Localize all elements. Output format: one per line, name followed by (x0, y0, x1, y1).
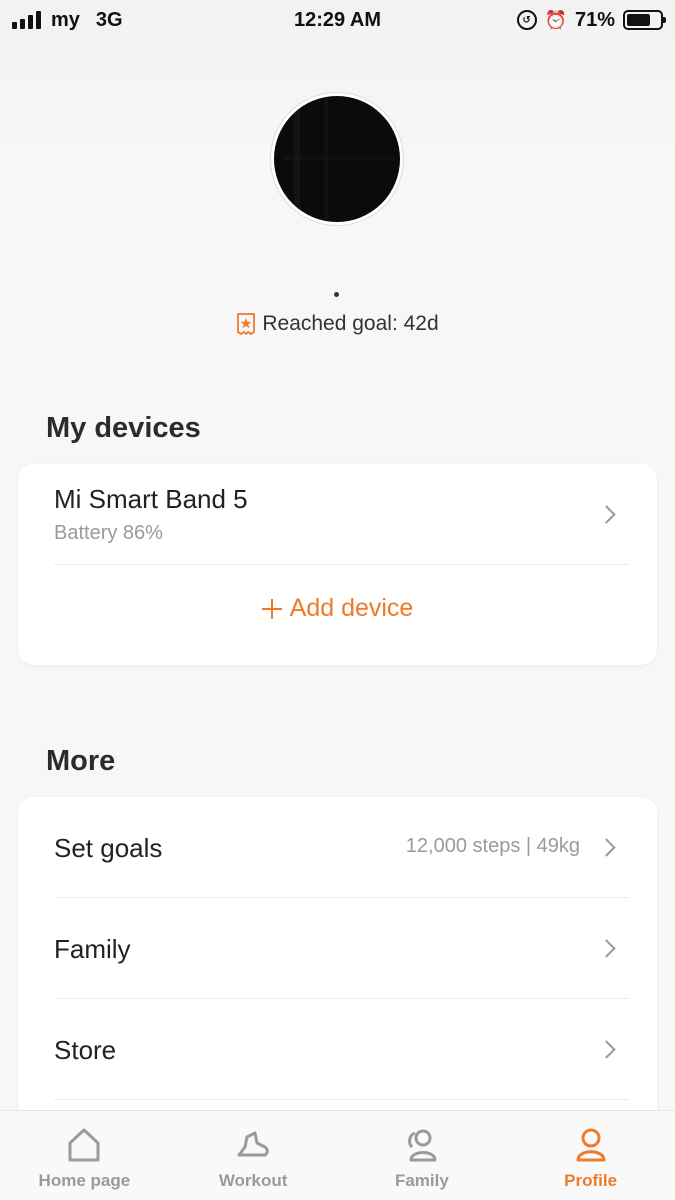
network-label: 3G (95, 8, 123, 31)
carrier-label: my (51, 8, 80, 31)
chevron-right-icon (597, 939, 616, 958)
rotation-lock-icon: ↺ (516, 10, 537, 30)
home-icon (68, 1128, 100, 1162)
user-name (334, 292, 339, 297)
tab-family-label: Family (394, 1171, 449, 1190)
store-row[interactable]: Store (54, 999, 629, 1099)
add-device-button[interactable]: Add device (18, 594, 657, 623)
status-bar: my 3G 12:29 AM ↺ ⏰ 71% (0, 0, 675, 40)
devices-card: Mi Smart Band 5 Battery 86% Add device (18, 464, 657, 665)
divider (54, 564, 629, 565)
goal-badge-icon (237, 313, 256, 336)
tab-workout-label: Workout (218, 1171, 288, 1190)
family-icon (407, 1129, 437, 1162)
tab-profile-label: Profile (564, 1171, 618, 1190)
more-section-title: More (46, 745, 116, 777)
device-name: Mi Smart Band 5 (54, 484, 248, 514)
signal-icon (12, 11, 41, 29)
devices-section-title: My devices (46, 412, 201, 444)
device-row[interactable]: Mi Smart Band 5 Battery 86% (54, 464, 629, 564)
tab-workout[interactable]: Workout (169, 1111, 338, 1200)
status-left: my 3G (12, 9, 123, 32)
profile-icon (576, 1128, 606, 1162)
tab-family[interactable]: Family (338, 1111, 507, 1200)
family-label: Family (54, 934, 131, 964)
battery-icon (623, 10, 666, 30)
tab-home[interactable]: Home page (0, 1111, 169, 1200)
status-right: ↺ ⏰ 71% (516, 8, 666, 32)
goal-text: Reached goal: 42d (262, 312, 439, 335)
device-battery: Battery 86% (54, 522, 163, 544)
divider (54, 1099, 629, 1100)
goal-row: Reached goal: 42d (0, 312, 675, 336)
chevron-right-icon (597, 838, 616, 857)
set-goals-row[interactable]: Set goals 12,000 steps | 49kg (54, 797, 629, 897)
set-goals-label: Set goals (54, 833, 163, 863)
more-card: Set goals 12,000 steps | 49kg Family Sto… (18, 797, 657, 1127)
plus-icon (261, 598, 282, 619)
tab-profile[interactable]: Profile (506, 1111, 675, 1200)
family-row[interactable]: Family (54, 898, 629, 998)
chevron-right-icon (597, 505, 616, 524)
tab-bar: Home page Workout Family Profile (0, 1110, 675, 1200)
add-device-label: Add device (289, 594, 414, 622)
shoe-icon (237, 1131, 269, 1157)
tab-home-label: Home page (38, 1171, 131, 1190)
avatar[interactable] (271, 93, 403, 225)
battery-percent: 71% (574, 8, 615, 31)
battery-fill (627, 14, 650, 26)
set-goals-value: 12,000 steps | 49kg (405, 835, 580, 857)
alarm-icon: ⏰ (544, 9, 567, 30)
store-label: Store (54, 1035, 117, 1065)
chevron-right-icon (597, 1040, 616, 1059)
